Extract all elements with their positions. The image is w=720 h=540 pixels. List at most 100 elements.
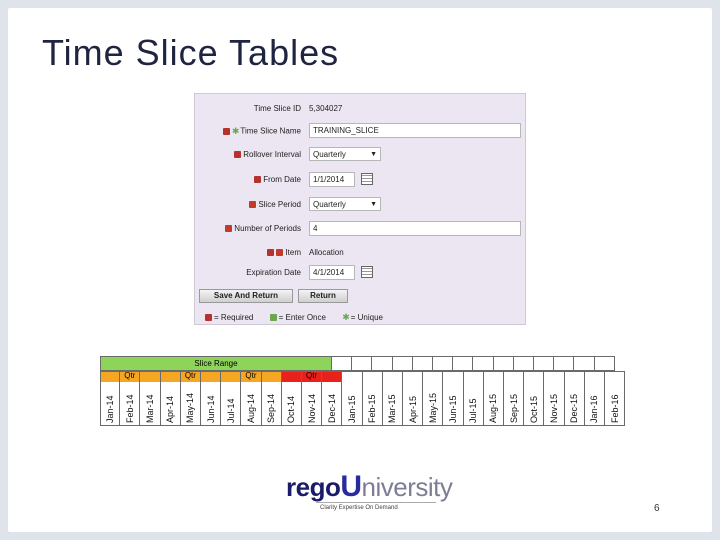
- enter-once-icon: [269, 314, 277, 321]
- time-slice-form: Time Slice ID 5,304027 ✱Time Slice Name …: [194, 93, 526, 325]
- slice-period-label: Slice Period: [249, 200, 301, 209]
- month-label: Nov-14: [306, 393, 317, 423]
- timeline-header-cell: [372, 356, 393, 371]
- slice-period-select[interactable]: Quarterly ▼: [309, 197, 381, 211]
- month-label: Feb-15: [367, 394, 378, 423]
- month-cell: Oct-15: [524, 371, 545, 426]
- logo-tagline: Clarity Expertise On Demand: [320, 505, 398, 511]
- month-label: Oct-15: [528, 395, 539, 423]
- month-cell: Feb-15: [362, 371, 383, 426]
- required-icon: [254, 176, 262, 184]
- enter-once-icon: [249, 201, 257, 209]
- enter-once-icon: [276, 249, 284, 257]
- item-label: Item: [267, 248, 301, 257]
- month-label: Aug-15: [488, 393, 499, 423]
- time-slice-name-input[interactable]: TRAINING_SLICE: [309, 123, 521, 138]
- month-cell: Dec-15: [564, 371, 585, 426]
- return-button[interactable]: Return: [298, 289, 348, 303]
- month-cell: Mar-15: [382, 371, 403, 426]
- month-cell: Apr-15: [403, 371, 424, 426]
- month-label: Feb-16: [609, 394, 620, 423]
- month-label: Sep-14: [266, 393, 277, 423]
- month-label: Jan-16: [589, 395, 600, 423]
- quarter-label: Qtr: [221, 371, 282, 381]
- from-date-label: From Date: [254, 175, 301, 184]
- form-row-expiration-date: Expiration Date 4/1/2014: [195, 264, 527, 284]
- form-row-time-slice-id: Time Slice ID 5,304027: [195, 100, 527, 120]
- form-row-from-date: From Date 1/1/2014: [195, 171, 527, 191]
- month-label: Nov-15: [548, 393, 559, 423]
- month-label: Oct-14: [286, 395, 297, 423]
- month-label: Jul-15: [468, 398, 479, 423]
- month-label: Aug-14: [245, 393, 256, 423]
- required-icon: [205, 314, 212, 321]
- calendar-icon[interactable]: [361, 173, 373, 185]
- item-value: Allocation: [309, 248, 344, 257]
- chevron-down-icon: ▼: [370, 201, 377, 208]
- required-icon: [267, 249, 275, 257]
- timeline-header-cell: [554, 356, 575, 371]
- quarter-label: Qtr: [100, 371, 161, 381]
- timeline-header-cell: [332, 356, 353, 371]
- month-label: May-15: [427, 392, 438, 423]
- legend-required: = Required: [205, 313, 253, 322]
- month-label: Mar-14: [144, 394, 155, 423]
- form-row-time-slice-name: ✱Time Slice Name TRAINING_SLICE: [195, 122, 527, 142]
- month-label: Apr-15: [407, 395, 418, 423]
- legend-unique: ✱= Unique: [342, 312, 383, 322]
- month-label: Jan-14: [105, 395, 116, 423]
- expiration-date-input[interactable]: 4/1/2014: [309, 265, 355, 280]
- month-cell: Jul-15: [463, 371, 484, 426]
- required-icon: [234, 151, 242, 159]
- expiration-date-label: Expiration Date: [246, 268, 301, 277]
- form-row-rollover-interval: Rollover Interval Quarterly ▼: [195, 146, 527, 166]
- field-legend: = Required = Enter Once ✱= Unique: [205, 312, 397, 323]
- from-date-input[interactable]: 1/1/2014: [309, 172, 355, 187]
- rego-university-logo: regoUniversity Clarity Expertise On Dema…: [286, 470, 453, 511]
- quarter-label: Qtr: [161, 371, 222, 381]
- save-and-return-button[interactable]: Save And Return: [199, 289, 293, 303]
- rollover-interval-select[interactable]: Quarterly ▼: [309, 147, 381, 161]
- month-label: Jan-15: [346, 395, 357, 423]
- form-row-item: Item Allocation: [195, 244, 527, 264]
- timeline-header-cell: [392, 356, 413, 371]
- timeline-header-cell: [453, 356, 474, 371]
- timeline-header-cell: [513, 356, 534, 371]
- legend-enter-once: = Enter Once: [269, 313, 326, 322]
- month-label: Feb-14: [124, 394, 135, 423]
- month-cell: Sep-15: [504, 371, 525, 426]
- month-cell: Jan-15: [342, 371, 363, 426]
- calendar-icon[interactable]: [361, 266, 373, 278]
- enter-once-icon: [225, 225, 233, 233]
- month-cell: Jan-16: [584, 371, 605, 426]
- quarter-label: Qtr: [282, 371, 343, 381]
- month-label: Jun-14: [205, 395, 216, 423]
- form-row-number-of-periods: Number of Periods 4: [195, 220, 527, 240]
- time-slice-id-value: 5,304027: [309, 104, 343, 113]
- month-label: Dec-14: [326, 393, 337, 423]
- timeline-header-cell: [352, 356, 373, 371]
- month-label: Sep-15: [508, 393, 519, 423]
- time-slice-id-label: Time Slice ID: [253, 104, 301, 113]
- number-of-periods-input[interactable]: 4: [309, 221, 521, 236]
- chevron-down-icon: ▼: [370, 151, 377, 158]
- unique-icon: ✱: [342, 312, 350, 322]
- month-label: Jun-15: [447, 395, 458, 423]
- month-label: Apr-14: [165, 395, 176, 423]
- month-cell: Feb-16: [605, 371, 626, 426]
- form-row-slice-period: Slice Period Quarterly ▼: [195, 196, 527, 216]
- required-icon: [222, 128, 230, 135]
- unique-icon: ✱: [231, 126, 240, 136]
- slice-range-header: Slice Range: [100, 356, 332, 371]
- month-label: Dec-15: [569, 393, 580, 423]
- timeline-header-cell: [433, 356, 454, 371]
- timeline-header-cell: [594, 356, 615, 371]
- page-number: 6: [654, 503, 660, 514]
- month-label: Jul-14: [225, 398, 236, 423]
- month-cell: Jun-15: [443, 371, 464, 426]
- month-label: May-14: [185, 392, 196, 423]
- timeline-header-cell: [574, 356, 595, 371]
- timeline-header-cell: [473, 356, 494, 371]
- slide-title: Time Slice Tables: [42, 32, 340, 73]
- rollover-interval-label: Rollover Interval: [234, 150, 301, 159]
